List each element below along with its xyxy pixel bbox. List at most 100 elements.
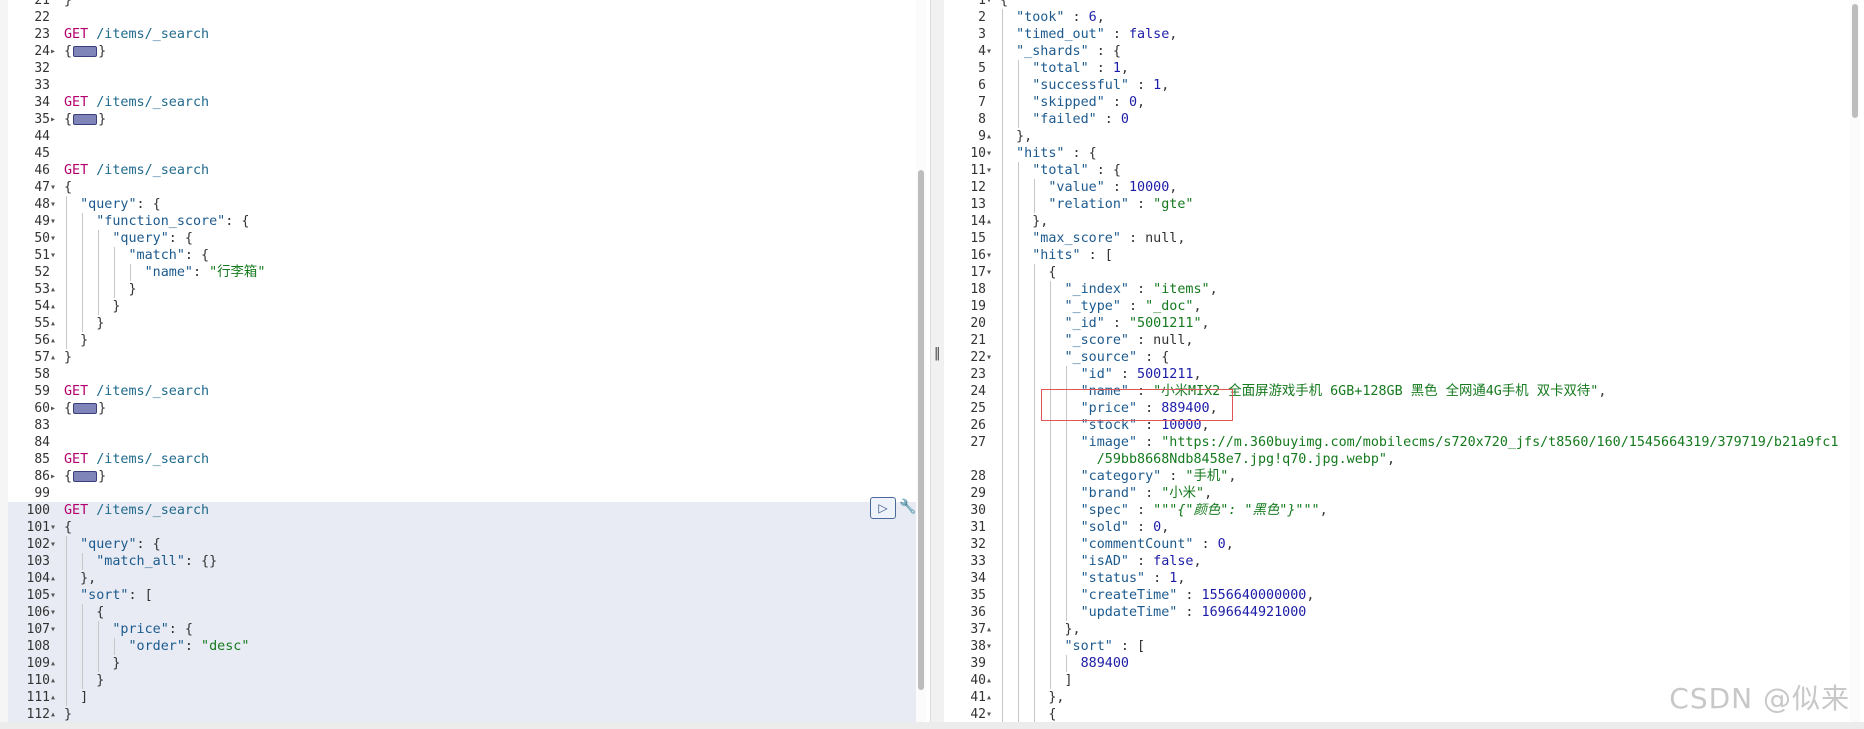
- fold-toggle-icon[interactable]: ▸: [50, 468, 64, 485]
- editor-line[interactable]: 100 GET /items/_search: [8, 502, 923, 519]
- editor-line[interactable]: 47▾{: [8, 179, 923, 196]
- editor-line[interactable]: 56▴}: [8, 332, 923, 349]
- editor-line[interactable]: 99: [8, 485, 923, 502]
- editor-line[interactable]: 103 "match_all": {}: [8, 553, 923, 570]
- fold-toggle-icon[interactable]: ▴: [50, 655, 64, 672]
- fold-toggle-icon[interactable]: ▾: [50, 179, 64, 196]
- editor-line[interactable]: 44: [8, 128, 923, 145]
- editor-line[interactable]: 52 "name": "行李箱": [8, 264, 923, 281]
- fold-toggle-icon[interactable]: ▴: [986, 689, 1000, 706]
- editor-line[interactable]: 101▾{: [8, 519, 923, 536]
- fold-toggle-icon[interactable]: ▾: [50, 536, 64, 553]
- fold-toggle-icon[interactable]: ▾: [50, 230, 64, 247]
- editor-scrollbar[interactable]: [916, 0, 926, 722]
- fold-toggle-icon[interactable]: ▾: [50, 519, 64, 536]
- fold-toggle-icon[interactable]: ▾: [986, 162, 1000, 179]
- editor-scrollbar-thumb[interactable]: [918, 170, 924, 690]
- fold-toggle-icon[interactable]: ▾: [986, 145, 1000, 162]
- fold-toggle-icon[interactable]: ▴: [50, 281, 64, 298]
- wrench-icon[interactable]: 🔧: [898, 497, 918, 517]
- editor-line[interactable]: 86▸{}: [8, 468, 923, 485]
- fold-toggle-icon[interactable]: ▴: [986, 672, 1000, 689]
- fold-toggle-icon[interactable]: ▴: [50, 689, 64, 706]
- editor-line[interactable]: 85 GET /items/_search: [8, 451, 923, 468]
- line-number: 3: [978, 27, 986, 42]
- fold-toggle-icon[interactable]: ▾: [986, 43, 1000, 60]
- fold-toggle-icon[interactable]: ▾: [986, 0, 1000, 9]
- request-editor[interactable]: 21} 22 23 GET /items/_search 24▸{} 32 33 34 GET …: [0, 0, 930, 722]
- fold-toggle-icon[interactable]: ▴: [50, 332, 64, 349]
- editor-line[interactable]: 51▾ "match": {: [8, 247, 923, 264]
- editor-line[interactable]: 21}: [8, 0, 923, 9]
- code-text: "status" : 1,: [1080, 571, 1186, 586]
- fold-toggle-icon[interactable]: ▾: [986, 247, 1000, 264]
- editor-line[interactable]: 22: [8, 9, 923, 26]
- editor-line[interactable]: 53▴}: [8, 281, 923, 298]
- fold-toggle-icon[interactable]: ▴: [50, 570, 64, 587]
- fold-toggle-icon[interactable]: ▸: [50, 400, 64, 417]
- fold-toggle-icon[interactable]: ▾: [50, 621, 64, 638]
- indent-guide: [1018, 162, 1020, 179]
- collapsed-block-icon[interactable]: [73, 403, 98, 414]
- editor-line[interactable]: 109▴}: [8, 655, 923, 672]
- editor-line[interactable]: 59 GET /items/_search: [8, 383, 923, 400]
- editor-line[interactable]: 107▾ "price": {: [8, 621, 923, 638]
- editor-line[interactable]: 33: [8, 77, 923, 94]
- editor-line[interactable]: 83: [8, 417, 923, 434]
- editor-line[interactable]: 23 GET /items/_search: [8, 26, 923, 43]
- editor-line[interactable]: 111▴]: [8, 689, 923, 706]
- editor-line[interactable]: 49▾ "function_score": {: [8, 213, 923, 230]
- editor-line[interactable]: 110▴}: [8, 672, 923, 689]
- code-text: "sort" : [: [1064, 639, 1146, 654]
- collapsed-block-icon[interactable]: [73, 46, 98, 57]
- fold-toggle-icon[interactable]: ▾: [50, 213, 64, 230]
- fold-toggle-icon[interactable]: ▸: [50, 43, 64, 60]
- code-text: {: [64, 180, 73, 195]
- fold-toggle-icon[interactable]: ▾: [50, 604, 64, 621]
- editor-line[interactable]: 104▴},: [8, 570, 923, 587]
- editor-line[interactable]: 24▸{}: [8, 43, 923, 60]
- collapsed-block-icon[interactable]: [73, 471, 98, 482]
- fold-toggle-icon[interactable]: ▾: [986, 264, 1000, 281]
- response-scrollbar[interactable]: [1850, 0, 1860, 722]
- fold-toggle-icon[interactable]: ▾: [50, 587, 64, 604]
- fold-toggle-icon[interactable]: ▴: [50, 298, 64, 315]
- fold-toggle-icon[interactable]: ▴: [50, 349, 64, 366]
- fold-toggle-icon[interactable]: ▾: [50, 196, 64, 213]
- indent-guide: [1018, 485, 1020, 502]
- editor-line[interactable]: 48▾ "query": {: [8, 196, 923, 213]
- fold-toggle-icon[interactable]: ▴: [50, 672, 64, 689]
- editor-line[interactable]: 102▾ "query": {: [8, 536, 923, 553]
- editor-line[interactable]: 32: [8, 60, 923, 77]
- editor-line[interactable]: 58: [8, 366, 923, 383]
- fold-toggle-icon[interactable]: ▴: [50, 315, 64, 332]
- fold-toggle-icon[interactable]: ▾: [986, 349, 1000, 366]
- editor-line[interactable]: 84: [8, 434, 923, 451]
- editor-line[interactable]: 35▸{}: [8, 111, 923, 128]
- editor-line[interactable]: 54▴}: [8, 298, 923, 315]
- fold-toggle-icon[interactable]: ▾: [986, 706, 1000, 722]
- fold-toggle-icon[interactable]: ▴: [986, 621, 1000, 638]
- editor-line[interactable]: 55▴}: [8, 315, 923, 332]
- editor-line[interactable]: 45: [8, 145, 923, 162]
- response-scrollbar-thumb[interactable]: [1852, 4, 1858, 118]
- fold-toggle-icon[interactable]: ▴: [986, 213, 1000, 230]
- editor-line[interactable]: 46 GET /items/_search: [8, 162, 923, 179]
- fold-toggle-icon[interactable]: ▸: [50, 111, 64, 128]
- editor-line[interactable]: 50▾ "query": {: [8, 230, 923, 247]
- collapsed-block-icon[interactable]: [73, 114, 98, 125]
- editor-line[interactable]: 105▾ "sort": [: [8, 587, 923, 604]
- editor-line[interactable]: 112▴}: [8, 706, 923, 722]
- code-text: }: [64, 0, 73, 8]
- fold-toggle-icon[interactable]: ▴: [986, 128, 1000, 145]
- editor-line[interactable]: 108 "order": "desc": [8, 638, 923, 655]
- editor-line[interactable]: 34 GET /items/_search: [8, 94, 923, 111]
- fold-toggle-icon[interactable]: ▾: [50, 247, 64, 264]
- fold-toggle-icon[interactable]: ▴: [50, 706, 64, 722]
- fold-toggle-icon[interactable]: ▾: [986, 638, 1000, 655]
- indent-guide: [1066, 587, 1068, 604]
- editor-line[interactable]: 106▾ {: [8, 604, 923, 621]
- editor-line[interactable]: 60▸{}: [8, 400, 923, 417]
- editor-line[interactable]: 57▴}: [8, 349, 923, 366]
- run-request-button[interactable]: ▷: [870, 497, 896, 519]
